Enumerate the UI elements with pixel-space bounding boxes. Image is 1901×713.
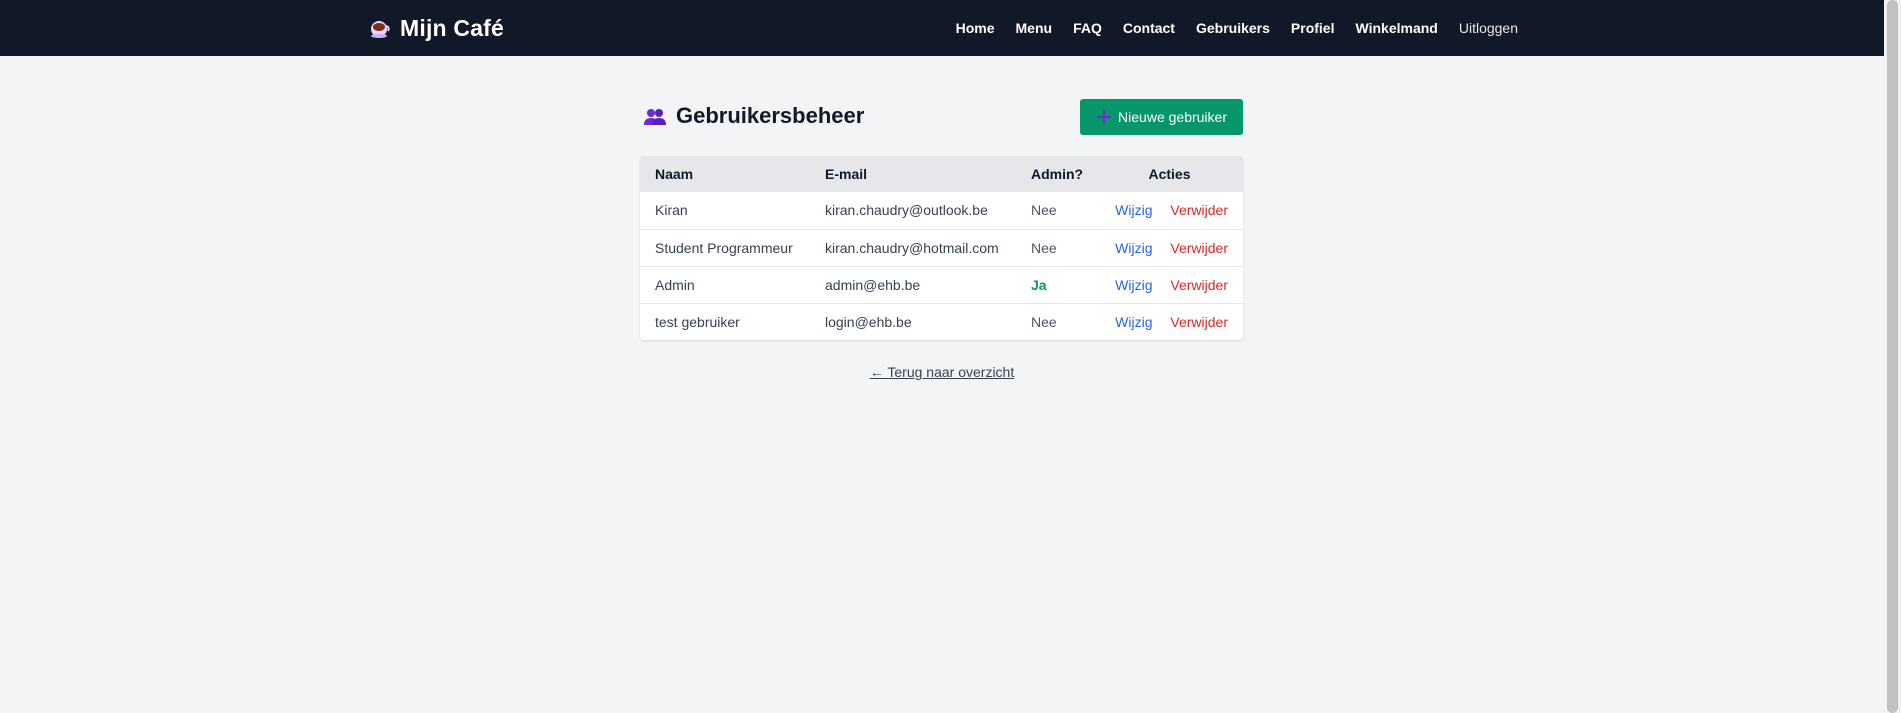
brand-logo[interactable]: Mijn Café bbox=[369, 12, 504, 44]
row-actions: Wijzig Verwijder bbox=[1096, 192, 1243, 229]
nav-profile[interactable]: Profiel bbox=[1291, 20, 1335, 36]
user-admin-status: Nee bbox=[1031, 202, 1057, 219]
plus-icon bbox=[1097, 110, 1112, 124]
table-row: Admin admin@ehb.be Ja Wijzig Verwijder bbox=[640, 266, 1243, 303]
edit-link[interactable]: Wijzig bbox=[1115, 277, 1152, 293]
main-content: Gebruikersbeheer Nieuwe gebruiker Naam E… bbox=[640, 99, 1243, 340]
table-header-row: Naam E-mail Admin? Acties bbox=[640, 156, 1243, 192]
coffee-cup-icon bbox=[369, 17, 391, 39]
new-user-button[interactable]: Nieuwe gebruiker bbox=[1080, 99, 1243, 135]
user-name: test gebruiker bbox=[655, 313, 740, 330]
edit-link[interactable]: Wijzig bbox=[1115, 240, 1152, 256]
nav-faq[interactable]: FAQ bbox=[1073, 20, 1102, 36]
nav-home[interactable]: Home bbox=[956, 20, 995, 36]
row-actions: Wijzig Verwijder bbox=[1096, 266, 1243, 303]
column-header-admin: Admin? bbox=[1031, 166, 1084, 182]
delete-link[interactable]: Verwijder bbox=[1170, 277, 1228, 293]
vertical-scrollbar[interactable] bbox=[1884, 0, 1901, 713]
user-name: Student Programmeur bbox=[655, 239, 793, 256]
edit-link[interactable]: Wijzig bbox=[1115, 314, 1152, 330]
scrollbar-thumb[interactable] bbox=[1887, 0, 1898, 713]
back-link-container: ← Terug naar overzicht bbox=[0, 364, 1884, 380]
nav-logout[interactable]: Uitloggen bbox=[1459, 20, 1518, 36]
user-admin-status: Nee bbox=[1031, 239, 1057, 256]
nav-users[interactable]: Gebruikers bbox=[1196, 20, 1270, 36]
edit-link[interactable]: Wijzig bbox=[1115, 202, 1152, 218]
nav-menu[interactable]: Menu bbox=[1016, 20, 1053, 36]
column-header-name: Naam bbox=[655, 166, 694, 182]
page-title: Gebruikersbeheer bbox=[643, 103, 864, 129]
table-row: Student Programmeur kiran.chaudry@hotmai… bbox=[640, 229, 1243, 266]
user-email: kiran.chaudry@outlook.be bbox=[825, 202, 988, 219]
users-icon bbox=[643, 105, 667, 127]
table-row: Kiran kiran.chaudry@outlook.be Nee Wijzi… bbox=[640, 192, 1243, 229]
user-admin-status: Nee bbox=[1031, 313, 1057, 330]
nav-cart[interactable]: Winkelmand bbox=[1356, 20, 1438, 36]
delete-link[interactable]: Verwijder bbox=[1170, 240, 1228, 256]
user-email: admin@ehb.be bbox=[825, 276, 921, 293]
row-actions: Wijzig Verwijder bbox=[1096, 303, 1243, 340]
delete-link[interactable]: Verwijder bbox=[1170, 202, 1228, 218]
column-header-email: E-mail bbox=[825, 166, 868, 182]
page-title-text: Gebruikersbeheer bbox=[676, 103, 865, 128]
user-admin-status: Ja bbox=[1031, 276, 1047, 293]
users-table: Naam E-mail Admin? Acties Kiran kiran.ch… bbox=[640, 156, 1243, 340]
users-table-card: Naam E-mail Admin? Acties Kiran kiran.ch… bbox=[640, 156, 1243, 340]
user-email: login@ehb.be bbox=[825, 313, 912, 330]
column-header-actions: Acties bbox=[1148, 166, 1191, 182]
delete-link[interactable]: Verwijder bbox=[1170, 314, 1228, 330]
user-name: Admin bbox=[655, 276, 695, 293]
user-email: kiran.chaudry@hotmail.com bbox=[825, 239, 999, 256]
page-header: Gebruikersbeheer Nieuwe gebruiker bbox=[640, 99, 1243, 135]
row-actions: Wijzig Verwijder bbox=[1096, 229, 1243, 266]
back-to-overview-link[interactable]: ← Terug naar overzicht bbox=[870, 364, 1014, 380]
new-user-button-label: Nieuwe gebruiker bbox=[1118, 109, 1227, 125]
main-nav: Home Menu FAQ Contact Gebruikers Profiel… bbox=[956, 0, 1518, 56]
table-row: test gebruiker login@ehb.be Nee Wijzig V… bbox=[640, 303, 1243, 340]
top-navbar: Mijn Café Home Menu FAQ Contact Gebruike… bbox=[0, 0, 1901, 56]
nav-contact[interactable]: Contact bbox=[1123, 20, 1175, 36]
user-name: Kiran bbox=[655, 202, 688, 219]
brand-name: Mijn Café bbox=[400, 14, 505, 41]
